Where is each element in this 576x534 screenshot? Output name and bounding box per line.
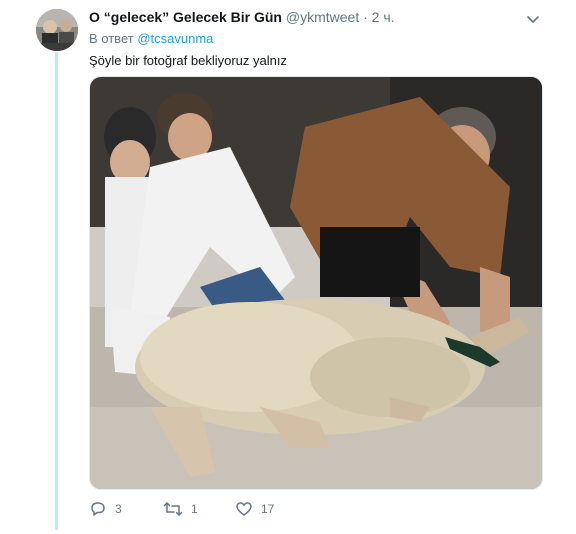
more-options-button[interactable]: [526, 12, 540, 26]
avatar[interactable]: [36, 9, 78, 51]
photo-illustration: [90, 77, 542, 489]
reply-handle-link[interactable]: @tcsavunma: [137, 31, 213, 46]
reply-prefix: В ответ: [89, 31, 134, 46]
retweet-button[interactable]: 1: [163, 500, 198, 518]
reply-count: 3: [115, 502, 122, 516]
display-name[interactable]: O “gelecek” Gelecek Bir Gün: [89, 9, 282, 25]
tweet-timestamp[interactable]: 2 ч.: [372, 9, 395, 25]
tweet-text: Şöyle bir fotoğraf bekliyoruz yalnız: [89, 53, 287, 68]
like-button[interactable]: 17: [235, 500, 274, 518]
retweet-icon: [163, 502, 183, 516]
like-count: 17: [261, 502, 275, 516]
reply-button[interactable]: 3: [89, 500, 122, 518]
meta-separator: ·: [363, 9, 368, 25]
avatar-image: [36, 9, 78, 51]
user-handle[interactable]: @ykmtweet: [286, 9, 359, 25]
reply-icon: [91, 502, 105, 516]
retweet-count: 1: [191, 502, 198, 516]
chevron-down-icon: [527, 16, 539, 23]
thread-line: [55, 52, 58, 530]
tweet-header: O “gelecek” Gelecek Bir Gün @ykmtweet · …: [89, 9, 536, 29]
reply-context: В ответ @tcsavunma: [89, 31, 213, 46]
heart-icon: [236, 502, 252, 516]
tweet-photo[interactable]: [89, 76, 543, 490]
